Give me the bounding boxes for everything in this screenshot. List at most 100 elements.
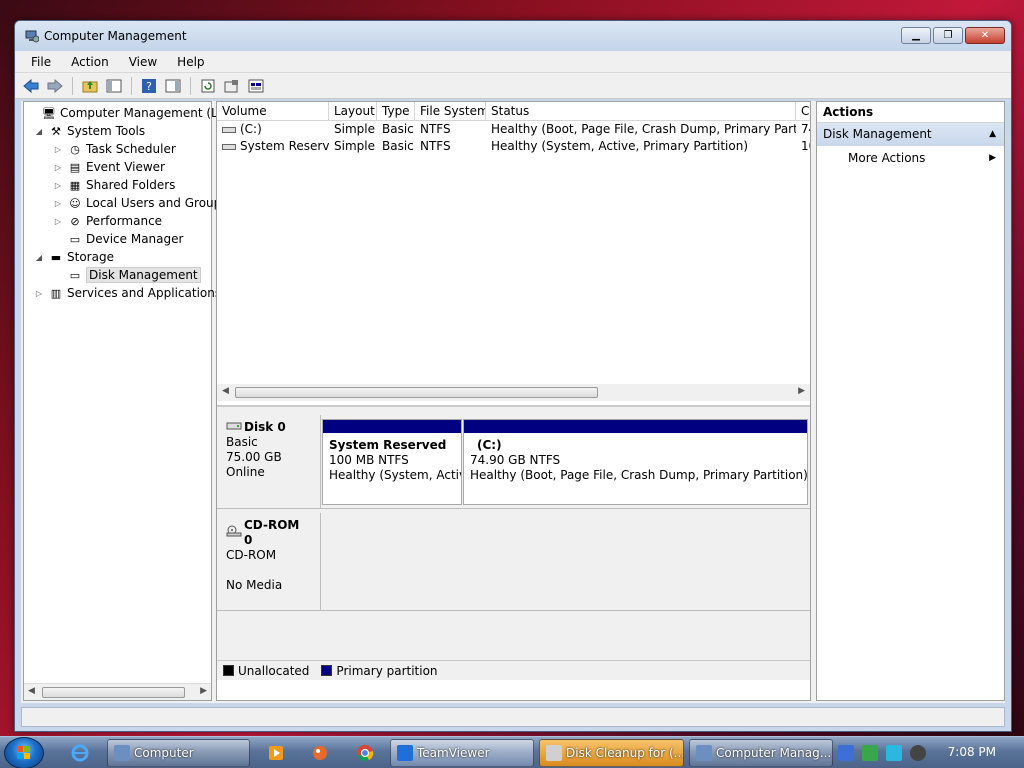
disk-view-icon[interactable] <box>246 76 266 96</box>
volume-icon[interactable] <box>910 745 926 761</box>
start-button[interactable] <box>4 737 44 768</box>
volume-cell: Basic <box>382 139 414 153</box>
taskbar-computer-management[interactable]: Computer Manag... <box>689 739 833 767</box>
volume-row[interactable]: System Reserved Simple Basic NTFS Healthy (S… <box>217 138 810 155</box>
tree-item-label: Shared Folders <box>86 178 176 192</box>
disk-graphical-view: Disk 0 Basic 75.00 GB Online System Rese… <box>217 405 810 680</box>
refresh-icon[interactable] <box>198 76 218 96</box>
tree-expander-icon[interactable]: ▷ <box>33 289 45 298</box>
tree-expander-icon[interactable]: ◢ <box>33 127 45 136</box>
column-header-file-system[interactable]: File System <box>415 102 486 120</box>
volume-cell-name: System Reserved <box>217 138 329 155</box>
partition-status: Healthy (System, Active <box>329 468 461 482</box>
tree-item[interactable]: ▭ Device Manager <box>52 230 184 248</box>
scroll-left-icon[interactable]: ◀ <box>28 686 35 696</box>
tree-item[interactable]: ▷ ▥ Services and Applications <box>33 284 221 302</box>
volume-list-horizontal-scrollbar[interactable]: ◀ ▶ <box>217 384 810 401</box>
properties-icon[interactable] <box>222 76 242 96</box>
menu-file[interactable]: File <box>21 55 61 69</box>
tree-item[interactable]: ▷ ⊘ Performance <box>52 212 162 230</box>
scroll-left-icon[interactable]: ◀ <box>222 386 229 396</box>
tree-item[interactable]: ◢ ▬ Storage <box>33 248 114 266</box>
volume-name: System Reserved <box>240 139 329 153</box>
taskbar-teamviewer[interactable]: TeamViewer <box>390 739 534 767</box>
tree-item-label: Disk Management <box>86 267 201 283</box>
minimize-button[interactable]: ▁ <box>901 27 931 44</box>
volume-cell: Basic <box>382 122 414 136</box>
tree-item[interactable]: ▷ ☺ Local Users and Groups <box>52 194 228 212</box>
performance-icon: ⊘ <box>70 214 80 228</box>
partition-c-drive[interactable]: (C:) 74.90 GB NTFS Healthy (Boot, Page F… <box>463 419 808 505</box>
more-actions-item[interactable]: More Actions ▶ <box>817 146 1004 170</box>
internet-explorer-icon[interactable] <box>66 740 94 766</box>
tree-expander-icon[interactable]: ▷ <box>52 217 64 226</box>
disk-0-info[interactable]: Disk 0 Basic 75.00 GB Online <box>217 415 321 508</box>
volume-cell: Simple <box>334 139 375 153</box>
maximize-button[interactable]: ❐ <box>933 27 963 44</box>
taskbar: Computer TeamViewer Disk Cleanup for (..… <box>0 736 1024 768</box>
scroll-thumb[interactable] <box>42 687 185 698</box>
status-bar <box>21 707 1005 727</box>
console-tree: 🖥 Computer Management (Local ◢ ⚒ System Tool… <box>23 101 242 701</box>
actions-header: Actions <box>817 102 1004 123</box>
taskbar-computer[interactable]: Computer <box>107 739 250 767</box>
up-folder-icon[interactable] <box>80 76 100 96</box>
menu-view[interactable]: View <box>119 55 167 69</box>
tree-item[interactable]: ▷ ◷ Task Scheduler <box>52 140 176 158</box>
scroll-right-icon[interactable]: ▶ <box>200 686 207 696</box>
display-icon[interactable] <box>886 745 902 761</box>
tree-item-label: Device Manager <box>86 232 184 246</box>
partition-system-reserved[interactable]: System Reserved 100 MB NTFS Healthy (Sys… <box>322 419 462 505</box>
computer-icon <box>114 745 130 761</box>
toolbar-separator <box>190 76 191 95</box>
tree-expander-icon[interactable]: ▷ <box>52 181 64 190</box>
volume-row[interactable]: (C:) Simple Basic NTFS Healthy (Boot, Page F… <box>217 121 810 138</box>
column-header-capacity[interactable]: C <box>796 102 810 120</box>
network-icon[interactable] <box>862 745 878 761</box>
actions-section-label: Disk Management <box>823 127 932 141</box>
chrome-icon[interactable] <box>351 740 379 766</box>
column-header-status[interactable]: Status <box>486 102 796 120</box>
tree-item[interactable]: ▷ ▦ Shared Folders <box>52 176 175 194</box>
toolbar-separator <box>72 76 73 95</box>
tree-item[interactable]: ◢ ⚒ System Tools <box>33 122 145 140</box>
forward-icon[interactable] <box>45 76 65 96</box>
clock[interactable]: 7:08 PM <box>948 745 996 759</box>
show-hide-tree-icon[interactable] <box>104 76 124 96</box>
paint-icon[interactable] <box>306 740 334 766</box>
media-player-icon[interactable] <box>262 740 290 766</box>
taskbar-disk-cleanup[interactable]: Disk Cleanup for (... <box>539 739 684 767</box>
tree-item[interactable]: 🖥 Computer Management (Local <box>26 104 242 122</box>
tree-item[interactable]: ▭ Disk Management <box>52 266 201 284</box>
actions-section-disk-management[interactable]: Disk Management ▲ <box>817 123 1004 146</box>
show-hide-action-pane-icon[interactable] <box>163 76 183 96</box>
legend-swatch-unallocated <box>223 665 234 676</box>
back-icon[interactable] <box>21 76 41 96</box>
tree-horizontal-scrollbar[interactable]: ◀ ▶ <box>24 683 211 700</box>
tree-expander-icon[interactable]: ◢ <box>33 253 45 262</box>
tree-item-label: Storage <box>67 250 114 264</box>
tree-item-label: Performance <box>86 214 163 228</box>
more-actions-label: More Actions <box>848 151 926 165</box>
tree-expander-icon[interactable]: ▷ <box>52 163 64 172</box>
help-icon[interactable]: ? <box>139 76 159 96</box>
submenu-arrow-icon: ▶ <box>989 153 996 163</box>
scroll-thumb[interactable] <box>235 387 598 398</box>
cdrom-0-info[interactable]: CD-ROM 0 CD-ROM No Media <box>217 513 321 610</box>
tree-item-label: Computer Management (Local <box>60 106 243 120</box>
tree-item[interactable]: ▷ ▤ Event Viewer <box>52 158 165 176</box>
action-center-icon[interactable] <box>838 745 854 761</box>
close-button[interactable]: ✕ <box>965 27 1005 44</box>
menu-action[interactable]: Action <box>61 55 119 69</box>
column-header-volume[interactable]: Volume <box>217 102 329 120</box>
tree-item-label: Event Viewer <box>86 160 165 174</box>
tree-expander-icon[interactable]: ▷ <box>52 145 64 154</box>
svg-text:?: ? <box>146 80 152 93</box>
column-header-type[interactable]: Type <box>377 102 415 120</box>
menu-help[interactable]: Help <box>167 55 214 69</box>
title-bar[interactable]: Computer Management ▁ ❐ ✕ <box>15 21 1011 51</box>
tree-expander-icon[interactable]: ▷ <box>52 199 64 208</box>
column-header-layout[interactable]: Layout <box>329 102 377 120</box>
collapse-up-icon[interactable]: ▲ <box>989 123 996 146</box>
scroll-right-icon[interactable]: ▶ <box>798 386 805 396</box>
